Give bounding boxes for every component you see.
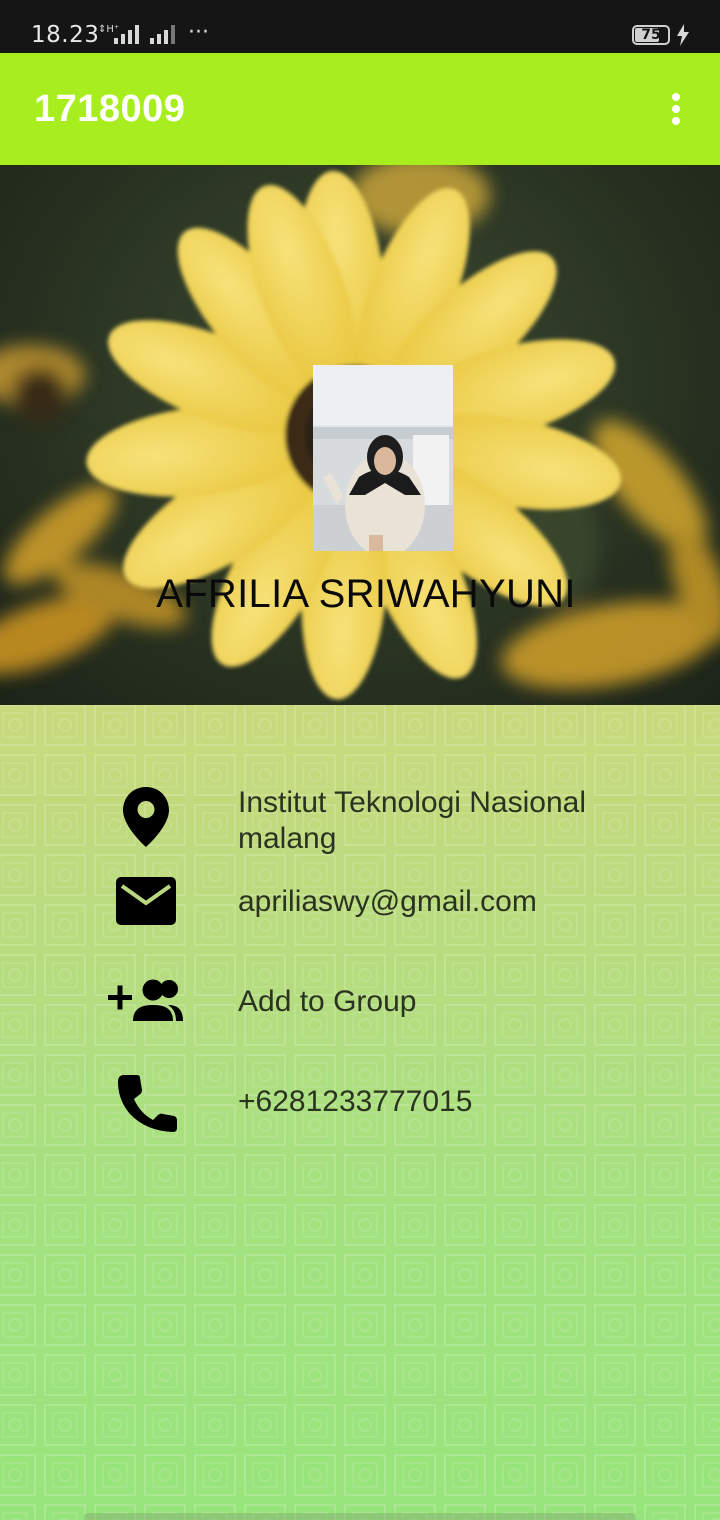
svg-text:⇕H⁺: ⇕H⁺ (98, 24, 119, 35)
signal-strength-h-plus-icon: ⇕H⁺ (98, 24, 139, 44)
app-bar: 1718009 (0, 53, 720, 165)
add-to-group-text: Add to Group (238, 985, 417, 1018)
profile-header: AFRILIA SRIWAHYUNI (0, 165, 720, 705)
address-text: Institut Teknologi Nasional malang (238, 786, 586, 855)
profile-photo[interactable] (313, 365, 453, 551)
mail-icon (116, 877, 176, 925)
menu-dot (672, 117, 680, 125)
status-time: 18.23 (31, 22, 100, 48)
menu-dot (672, 105, 680, 113)
contact-details: Institut Teknologi Nasional malang april… (0, 705, 720, 1520)
status-bar: 18.23 ⇕H⁺ ··· 75 (0, 0, 720, 53)
phone-text: +6281233777015 (238, 1085, 473, 1118)
location-pin-icon (123, 787, 169, 847)
profile-photo-image (313, 365, 453, 551)
profile-name: AFRILIA SRIWAHYUNI (156, 572, 576, 616)
app-title: 1718009 (34, 88, 186, 130)
menu-dot (672, 93, 680, 101)
more-vert-icon[interactable] (656, 85, 696, 133)
navigation-handle[interactable] (84, 1513, 636, 1520)
battery-icon: 75 (632, 25, 670, 45)
email-text: apriliaswy@gmail.com (238, 885, 537, 918)
battery-level: 75 (641, 27, 661, 43)
more-notifications-icon: ··· (188, 20, 209, 45)
group-add-icon (108, 979, 183, 1021)
phone-icon (118, 1075, 177, 1132)
signal-strength-icon (150, 25, 175, 44)
charging-bolt-icon (677, 24, 689, 46)
